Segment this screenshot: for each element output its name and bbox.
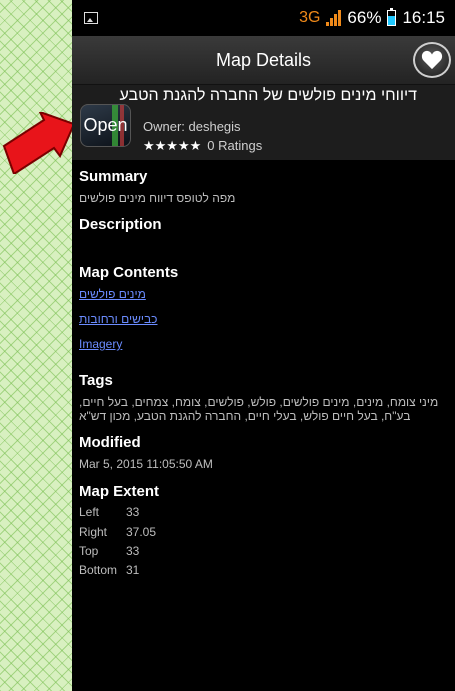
network-type: 3G bbox=[299, 9, 321, 26]
red-arrow-icon bbox=[2, 112, 74, 174]
ratings-count: 0 Ratings bbox=[207, 138, 263, 153]
map-header: Open דיווחי מינים פולשים של החברה להגנת … bbox=[72, 85, 455, 160]
modified-heading: Modified bbox=[79, 434, 141, 451]
signal-icon bbox=[326, 10, 342, 26]
map-contents-heading: Map Contents bbox=[79, 264, 179, 281]
extent-row-bottom: Bottom 31 bbox=[79, 563, 139, 577]
description-heading: Description bbox=[79, 216, 162, 233]
extent-label: Top bbox=[79, 544, 99, 558]
layer-link-roads[interactable]: כבישים ורחובות bbox=[79, 312, 157, 326]
battery-icon bbox=[387, 8, 397, 26]
layer-link-invasive-species[interactable]: מינים פולשים bbox=[79, 287, 146, 301]
extent-value: 31 bbox=[126, 563, 140, 577]
extent-row-right: Right 37.05 bbox=[79, 525, 156, 539]
open-label: Open bbox=[83, 115, 128, 135]
favorite-button[interactable] bbox=[413, 42, 451, 78]
extent-label: Right bbox=[79, 525, 108, 539]
clock: 16:15 bbox=[402, 8, 445, 27]
gallery-notification-icon bbox=[84, 12, 98, 24]
phone-screen: 3G 66% 16:15 Map Details Open דיווחי מינ… bbox=[72, 0, 455, 691]
extent-row-left: Left 33 bbox=[79, 505, 139, 519]
extent-value: 33 bbox=[126, 544, 140, 558]
tags-line-1: מיני צומח, מינים, מינים פולשים, פולש, פו… bbox=[79, 395, 439, 409]
rating-stars-icon: ★★★★★ bbox=[143, 138, 202, 153]
map-rating: ★★★★★ 0 Ratings bbox=[143, 138, 262, 154]
battery-percent: 66% bbox=[347, 8, 382, 27]
status-bar: 3G 66% 16:15 bbox=[72, 0, 455, 36]
summary-text: מפה לטופס דיווח מינים פולשים bbox=[79, 191, 236, 205]
extent-row-top: Top 33 bbox=[79, 544, 139, 558]
map-extent-heading: Map Extent bbox=[79, 483, 160, 500]
extent-label: Bottom bbox=[79, 563, 118, 577]
extent-label: Left bbox=[79, 505, 100, 519]
map-owner: Owner: deshegis bbox=[143, 119, 241, 134]
title-bar: Map Details bbox=[72, 36, 455, 85]
map-title: דיווחי מינים פולשים של החברה להגנת הטבע bbox=[119, 87, 417, 104]
tags-heading: Tags bbox=[79, 372, 113, 389]
layer-link-imagery[interactable]: Imagery bbox=[79, 337, 122, 351]
modified-value: Mar 5, 2015 11:05:50 AM bbox=[79, 457, 213, 471]
tags-line-2: בע"ח, בעל חיים פולש, בעלי חיים, החברה לה… bbox=[79, 409, 411, 423]
extent-value: 37.05 bbox=[126, 525, 157, 539]
open-map-button[interactable]: Open bbox=[80, 104, 131, 147]
heart-icon bbox=[421, 50, 443, 70]
extent-value: 33 bbox=[126, 505, 140, 519]
summary-heading: Summary bbox=[79, 168, 148, 185]
page-title: Map Details bbox=[215, 49, 312, 70]
